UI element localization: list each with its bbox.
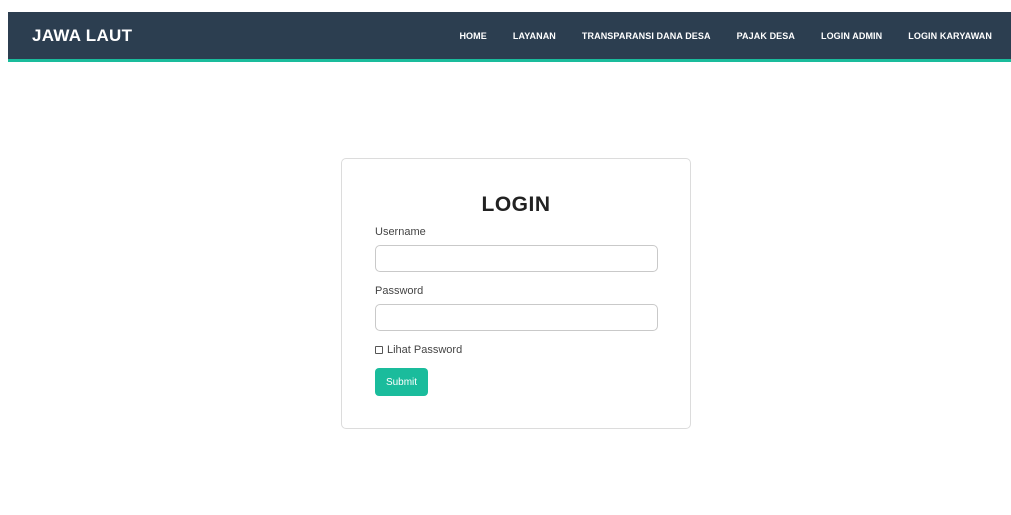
nav-link-pajak-desa[interactable]: PAJAK DESA [724, 31, 808, 41]
brand-logo[interactable]: JAWA LAUT [32, 26, 132, 46]
nav-links: HOME LAYANAN TRANSPARANSI DANA DESA PAJA… [446, 12, 1011, 59]
show-password-label: Lihat Password [387, 344, 463, 356]
nav-link-transparansi-dana-desa[interactable]: TRANSPARANSI DANA DESA [569, 31, 724, 41]
submit-button[interactable]: Submit [375, 368, 428, 396]
nav-link-home[interactable]: HOME [446, 31, 499, 41]
password-input[interactable] [375, 304, 658, 331]
username-label: Username [375, 226, 426, 238]
nav-link-login-admin[interactable]: LOGIN ADMIN [808, 31, 895, 41]
password-label: Password [375, 285, 424, 297]
nav-link-login-karyawan[interactable]: LOGIN KARYAWAN [895, 31, 1005, 41]
show-password-row[interactable]: Lihat Password [375, 344, 462, 356]
navbar: JAWA LAUT HOME LAYANAN TRANSPARANSI DANA… [8, 12, 1011, 62]
username-input[interactable] [375, 245, 658, 272]
show-password-checkbox[interactable] [375, 346, 383, 354]
login-card: LOGIN Username Password Lihat Password S… [341, 158, 691, 429]
nav-link-layanan[interactable]: LAYANAN [500, 31, 569, 41]
login-title: LOGIN [481, 193, 551, 216]
